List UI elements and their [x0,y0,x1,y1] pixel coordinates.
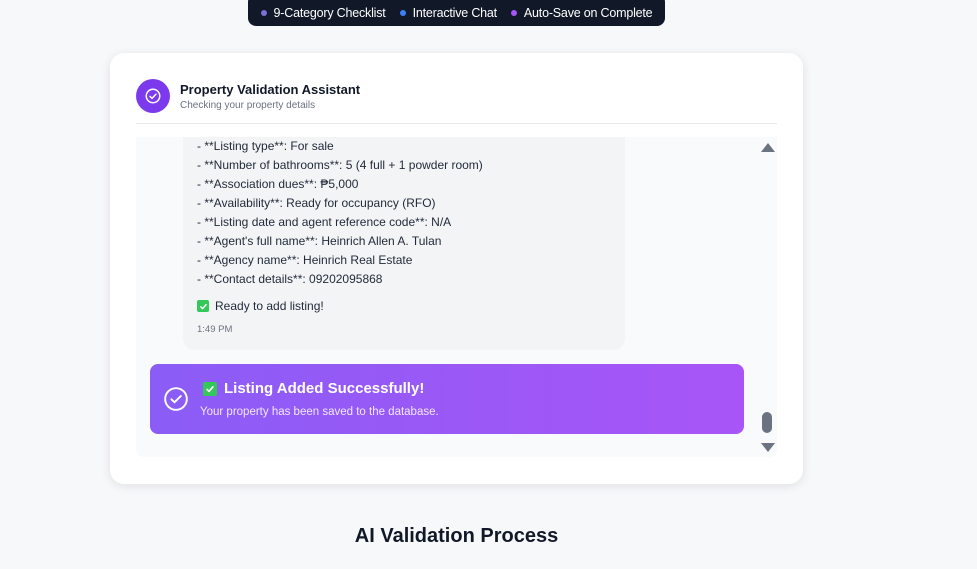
feature-label: 9-Category Checklist [273,6,386,20]
check-circle-icon [145,88,161,104]
section-title: AI Validation Process [354,525,559,547]
message-line: - **Agency name**: Heinrich Real Estate [197,253,413,267]
assistant-header: Property Validation Assistant Checking y… [136,79,777,124]
chat-messages[interactable]: - **Listing type**: For sale - **Number … [136,137,777,457]
message-line: - **Agent's full name**: Heinrich Allen … [197,234,442,248]
ready-status: Ready to add listing! [197,299,324,313]
message-line: - **Association dues**: ₱5,000 [197,177,359,191]
message-line: - **Number of bathrooms**: 5 (4 full + 1… [197,158,483,172]
success-title: Listing Added Successfully! [203,380,424,397]
message-line: - **Listing type**: For sale [197,139,334,153]
feature-dot [399,10,406,16]
check-mark-icon [197,300,209,312]
feature-item-autosave: Auto-Save on Complete [510,6,653,20]
message-line: - **Listing date and agent reference cod… [197,215,452,229]
assistant-subtitle: Checking your property details [180,100,316,111]
success-title-text: Listing Added Successfully! [224,380,425,397]
assistant-avatar [136,79,170,113]
message-timestamp: 1:49 PM [197,324,233,335]
validation-assistant-card: Property Validation Assistant Checking y… [110,53,803,484]
message-line: - **Contact details**: 09202095868 [197,272,383,286]
assistant-title: Property Validation Assistant [180,82,361,97]
scroll-up-arrow-icon[interactable] [761,143,775,152]
assistant-message-bubble: - **Listing type**: For sale - **Number … [183,137,625,350]
feature-item-checklist: 9-Category Checklist [260,6,386,20]
feature-label: Interactive Chat [412,6,498,20]
feature-label: Auto-Save on Complete [523,6,653,20]
message-body: - **Listing type**: For sale - **Number … [197,137,483,289]
ready-text: Ready to add listing! [215,299,324,313]
feature-item-chat: Interactive Chat [399,6,498,20]
feature-dot [260,10,267,16]
feature-pill-bar: 9-Category Checklist Interactive Chat Au… [248,0,665,26]
feature-dot [510,10,517,16]
check-mark-icon [203,381,217,396]
success-subtitle: Your property has been saved to the data… [200,406,439,418]
message-line: - **Availability**: Ready for occupancy … [197,196,436,210]
scroll-down-arrow-icon[interactable] [761,443,775,452]
scroll-thumb[interactable] [762,412,772,433]
success-banner: Listing Added Successfully! Your propert… [150,364,744,434]
check-circle-icon [164,387,188,411]
chat-scrollbar[interactable] [757,137,777,457]
